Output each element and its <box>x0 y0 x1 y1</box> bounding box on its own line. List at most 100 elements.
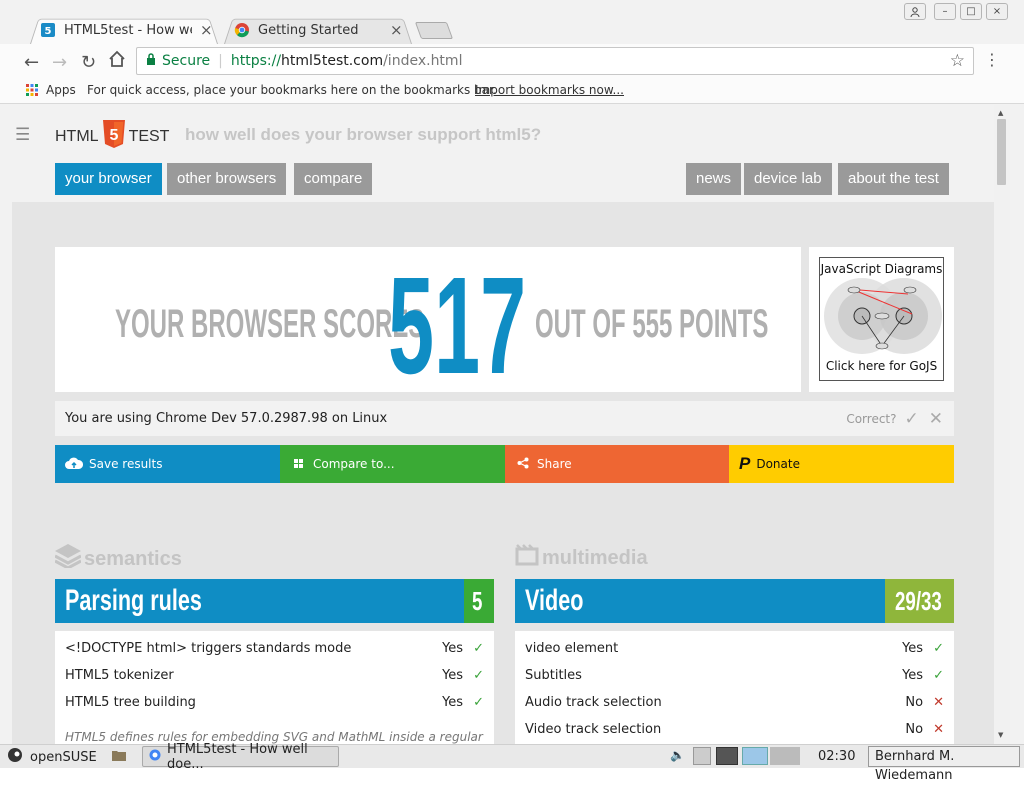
test-label: Subtitles <box>525 668 582 683</box>
user-name-button[interactable]: Bernhard M. Wiedemann <box>868 746 1020 783</box>
maximize-icon[interactable]: □ <box>960 3 982 20</box>
test-row: HTML5 tree building Yes ✓ <box>65 689 484 716</box>
lock-icon <box>146 53 156 69</box>
volume-icon[interactable]: 🔈 <box>670 748 685 762</box>
scrollbar-thumb[interactable] <box>997 119 1006 185</box>
score-suffix: OUT OF 555 POINTS <box>535 302 769 346</box>
back-icon[interactable]: ← <box>24 52 39 73</box>
section-heading-multimedia: multimedia <box>515 544 648 572</box>
test-result: Yes <box>442 668 464 683</box>
test-label: Audio track selection <box>525 695 662 710</box>
user-icon[interactable] <box>904 3 926 20</box>
reject-cross-icon[interactable]: ✕ <box>929 409 943 429</box>
close-icon[interactable]: × <box>390 21 403 39</box>
html5-favicon-icon: 5 <box>40 22 56 38</box>
apps-grid-icon[interactable] <box>26 84 38 99</box>
test-row: Video track selection No ✕ <box>525 716 944 743</box>
taskbar-window-button[interactable]: HTML5test - How well doe... <box>142 742 339 772</box>
import-bookmarks-link[interactable]: Import bookmarks now... <box>475 83 624 97</box>
new-tab-button[interactable] <box>414 22 454 39</box>
workspace-2-icon[interactable] <box>770 747 800 765</box>
minimize-icon[interactable]: – <box>934 3 956 20</box>
check-icon: ✓ <box>473 668 484 683</box>
confirm-check-icon[interactable]: ✓ <box>905 409 919 429</box>
test-result: No <box>905 695 924 710</box>
taskbar-window-label: HTML5test - How well doe... <box>167 741 308 772</box>
donate-button[interactable]: P Donate <box>729 445 954 483</box>
forward-icon[interactable]: → <box>52 52 67 73</box>
tab-html5test[interactable]: 5 HTML5test - How well do × <box>30 16 218 44</box>
chrome-icon <box>149 749 161 765</box>
paypal-icon: P <box>739 454 751 473</box>
nav-news[interactable]: news <box>686 163 742 195</box>
site-tagline: how well does your browser support html5… <box>185 125 542 144</box>
user-agent-bar: You are using Chrome Dev 57.0.2987.98 on… <box>55 401 954 436</box>
correct-label: Correct? <box>846 411 897 426</box>
chrome-favicon-icon <box>234 22 250 38</box>
test-label: Video track selection <box>525 722 662 737</box>
start-menu-button[interactable]: openSUSE <box>6 747 97 767</box>
scroll-down-icon[interactable]: ▼ <box>998 731 1003 739</box>
opensuse-icon <box>6 747 24 767</box>
address-bar[interactable]: Secure | https:// html5test.com /index.h… <box>136 47 974 75</box>
network-icon[interactable] <box>693 747 711 765</box>
check-icon: ✓ <box>933 641 944 656</box>
test-result: Yes <box>442 641 464 656</box>
close-icon[interactable]: × <box>200 21 213 39</box>
cross-icon: ✕ <box>933 695 944 710</box>
home-icon[interactable] <box>108 50 126 73</box>
workspace-1-icon[interactable] <box>742 747 768 765</box>
window-close-icon[interactable]: × <box>986 3 1008 20</box>
url-scheme: https:// <box>230 53 282 69</box>
scroll-up-icon[interactable]: ▲ <box>998 109 1003 117</box>
share-button[interactable]: Share <box>505 445 729 483</box>
user-agent-text: You are using Chrome Dev 57.0.2987.98 on… <box>65 411 388 426</box>
compare-to-button[interactable]: Compare to... <box>280 445 505 483</box>
vertical-scrollbar[interactable]: ▲ ▼ <box>994 105 1010 744</box>
hamburger-icon[interactable]: ☰ <box>15 125 30 145</box>
star-icon[interactable]: ☆ <box>950 51 965 71</box>
test-row: Audio track selection No ✕ <box>525 689 944 716</box>
action-bar: Save results Compare to... Share P Donat… <box>55 445 954 483</box>
gojs-ad[interactable]: JavaScript Diagrams Click here for GoJS <box>809 247 954 392</box>
test-row: Subtitles Yes ✓ <box>525 662 944 689</box>
check-icon: ✓ <box>933 668 944 683</box>
panel-title: Video <box>515 579 885 623</box>
tab-getting-started[interactable]: Getting Started × <box>224 16 412 44</box>
taskbar: openSUSE HTML5test - How well doe... 🔈 0… <box>0 742 1024 783</box>
menu-icon[interactable]: ⋮ <box>984 50 1000 69</box>
logo-right: TEST <box>128 127 170 145</box>
nav-device-lab[interactable]: device lab <box>744 163 832 195</box>
nav-about[interactable]: about the test <box>838 163 949 195</box>
clock[interactable]: 02:30 <box>818 749 855 764</box>
nav-your-browser[interactable]: your browser <box>55 163 162 195</box>
ad-cta[interactable]: Click here for GoJS <box>820 359 943 373</box>
layers-icon <box>54 544 82 574</box>
test-result: Yes <box>442 695 464 710</box>
test-label: HTML5 tokenizer <box>65 668 174 683</box>
folder-icon[interactable] <box>112 749 126 765</box>
test-row: video element Yes ✓ <box>525 635 944 662</box>
section-heading-semantics: semantics <box>54 544 182 574</box>
test-result: Yes <box>902 641 924 656</box>
nav-other-browsers[interactable]: other browsers <box>167 163 287 195</box>
save-results-button[interactable]: Save results <box>55 445 280 483</box>
logo-left: HTML <box>55 127 99 145</box>
panel-header-parsing-rules: Parsing rules 5 <box>55 579 494 623</box>
test-label: <!DOCTYPE html> triggers standards mode <box>65 641 352 656</box>
score-box: YOUR BROWSER SCORES 517 OUT OF 555 POINT… <box>55 247 801 392</box>
panel-body-video: video element Yes ✓ Subtitles Yes ✓ Audi… <box>515 631 954 744</box>
cross-icon: ✕ <box>933 722 944 737</box>
ad-title: JavaScript Diagrams <box>820 262 943 276</box>
url-path: /index.html <box>383 53 463 69</box>
reload-icon[interactable]: ↻ <box>81 52 96 73</box>
tab-title: HTML5test - How well do <box>64 22 192 38</box>
test-result: Yes <box>902 668 924 683</box>
nav-compare[interactable]: compare <box>294 163 373 195</box>
test-result: No <box>905 722 924 737</box>
monitor-icon[interactable] <box>716 747 738 765</box>
apps-label[interactable]: Apps <box>46 83 76 97</box>
bookmarks-bar: Apps For quick access, place your bookma… <box>0 80 1024 104</box>
site-logo[interactable]: HTML 5 TEST <box>55 120 169 153</box>
panel-score: 5 <box>464 579 494 623</box>
